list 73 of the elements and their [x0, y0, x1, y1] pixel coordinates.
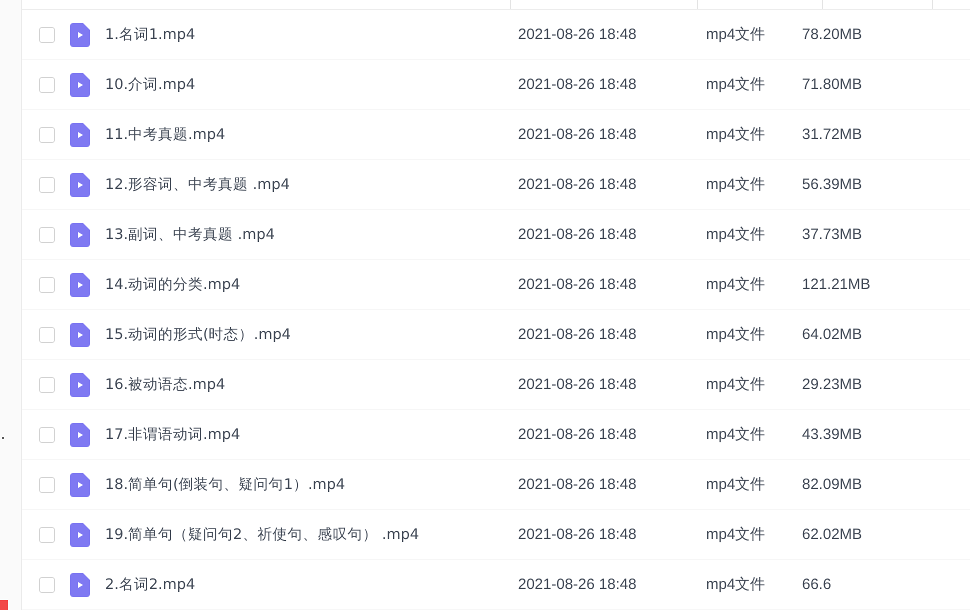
video-file-icon — [70, 422, 90, 446]
modified-date: 2021-08-26 18:48 — [518, 126, 638, 143]
checkbox[interactable] — [39, 276, 55, 292]
modified-date: 2021-08-26 18:48 — [518, 226, 638, 243]
file-size: 56.39MB — [802, 176, 862, 193]
checkbox[interactable] — [39, 326, 55, 342]
modified-date: 2021-08-26 18:48 — [518, 326, 638, 343]
video-file-icon — [70, 172, 90, 196]
video-file-icon — [70, 472, 90, 496]
video-file-icon — [70, 22, 90, 46]
file-size: 121.21MB — [802, 276, 870, 293]
modified-date: 2021-08-26 18:48 — [518, 526, 638, 543]
file-size: 78.20MB — [802, 26, 862, 43]
file-size: 64.02MB — [802, 326, 862, 343]
file-type: mp4文件 — [706, 475, 766, 494]
video-file-icon — [70, 122, 90, 146]
modified-date: 2021-08-26 18:48 — [518, 26, 638, 43]
checkbox[interactable] — [39, 176, 55, 192]
modified-date: 2021-08-26 18:48 — [518, 576, 638, 593]
video-file-icon — [70, 222, 90, 246]
file-type: mp4文件 — [706, 25, 766, 44]
video-file-icon — [70, 72, 90, 96]
file-name[interactable]: 14.动词的分类.mp4 — [105, 275, 518, 294]
file-size: 43.39MB — [802, 426, 862, 443]
checkbox[interactable] — [39, 576, 55, 592]
file-size: 62.02MB — [802, 526, 862, 543]
file-name[interactable]: 17.非谓语动词.mp4 — [105, 425, 518, 444]
video-file-icon — [70, 572, 90, 596]
file-name[interactable]: 1.名词1.mp4 — [105, 25, 518, 44]
checkbox[interactable] — [39, 426, 55, 442]
checkbox[interactable] — [39, 126, 55, 142]
file-type: mp4文件 — [706, 525, 766, 544]
file-name[interactable]: 12.形容词、中考真题 .mp4 — [105, 175, 518, 194]
file-type: mp4文件 — [706, 575, 766, 594]
file-name[interactable]: 2.名词2.mp4 — [105, 575, 518, 594]
modified-date: 2021-08-26 18:48 — [518, 476, 638, 493]
modified-date: 2021-08-26 18:48 — [518, 426, 638, 443]
file-size: 71.80MB — [802, 76, 862, 93]
file-type: mp4文件 — [706, 425, 766, 444]
file-type: mp4文件 — [706, 325, 766, 344]
file-size: 66.6 — [802, 576, 832, 593]
file-size: 31.72MB — [802, 126, 862, 143]
file-name[interactable]: 15.动词的形式(时态）.mp4 — [105, 325, 518, 344]
file-type: mp4文件 — [706, 275, 766, 294]
checkbox[interactable] — [39, 476, 55, 492]
file-name[interactable]: 10.介词.mp4 — [105, 75, 518, 94]
file-name[interactable]: 16.被动语态.mp4 — [105, 375, 518, 394]
file-type: mp4文件 — [706, 375, 766, 394]
modified-date: 2021-08-26 18:48 — [518, 176, 638, 193]
checkbox[interactable] — [39, 26, 55, 42]
video-file-icon — [70, 322, 90, 346]
modified-date: 2021-08-26 18:48 — [518, 76, 638, 93]
modified-date: 2021-08-26 18:48 — [518, 376, 638, 393]
file-name[interactable]: 19.简单句（疑问句2、祈使句、感叹句） .mp4 — [105, 525, 518, 544]
video-file-icon — [70, 272, 90, 296]
checkbox[interactable] — [39, 226, 55, 242]
file-type: mp4文件 — [706, 125, 766, 144]
tab-marker — [0, 600, 8, 610]
file-type: mp4文件 — [706, 75, 766, 94]
video-file-icon — [70, 522, 90, 546]
file-type: mp4文件 — [706, 175, 766, 194]
checkbox[interactable] — [39, 526, 55, 542]
video-file-icon — [70, 372, 90, 396]
file-name[interactable]: 18.简单句(倒装句、疑问句1）.mp4 — [105, 475, 518, 494]
modified-date: 2021-08-26 18:48 — [518, 276, 638, 293]
file-size: 37.73MB — [802, 226, 862, 243]
file-name[interactable]: 11.中考真题.mp4 — [105, 125, 518, 144]
file-size: 82.09MB — [802, 476, 862, 493]
file-name[interactable]: 13.副词、中考真题 .mp4 — [105, 225, 518, 244]
file-size: 29.23MB — [802, 376, 862, 393]
checkbox[interactable] — [39, 376, 55, 392]
checkbox[interactable] — [39, 76, 55, 92]
file-type: mp4文件 — [706, 225, 766, 244]
